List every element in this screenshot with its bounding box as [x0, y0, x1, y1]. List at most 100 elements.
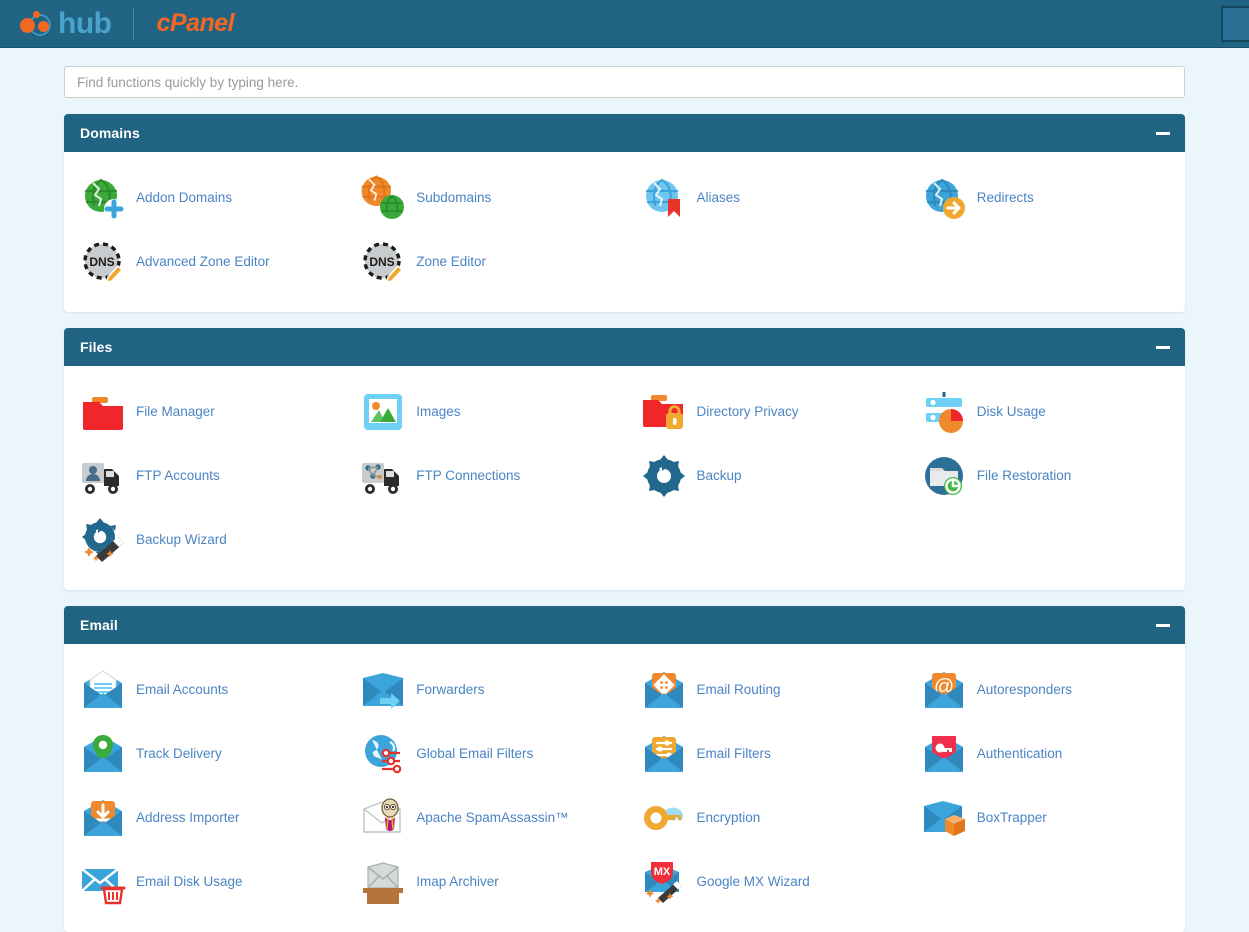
tile-imap-archiver[interactable]: Imap Archiver [344, 850, 624, 914]
tile-email-filters[interactable]: Email Filters [625, 722, 905, 786]
tile-zone-editor[interactable]: DNS Zone Editor [344, 230, 624, 294]
panel-header: Files [64, 328, 1185, 366]
tile-global-email-filters[interactable]: Global Email Filters [344, 722, 624, 786]
tile-label: Subdomains [416, 190, 491, 206]
tile-images[interactable]: Images [344, 380, 624, 444]
envelope-arrow-icon [360, 667, 406, 713]
header-right-box[interactable] [1221, 6, 1249, 42]
tile-label: Authentication [977, 746, 1063, 762]
panel-domains: Domains Addon Domains Subdomains Aliases… [64, 114, 1185, 312]
tile-encryption[interactable]: Encryption [625, 786, 905, 850]
tile-label: Email Accounts [136, 682, 228, 698]
search-bar [64, 66, 1185, 98]
tile-autoresponders[interactable]: @ Autoresponders [905, 658, 1185, 722]
sections-container: Domains Addon Domains Subdomains Aliases… [64, 114, 1185, 932]
hub-logo: hub [18, 7, 111, 41]
tile-label: Address Importer [136, 810, 240, 826]
tile-label: Email Routing [697, 682, 781, 698]
tile-address-importer[interactable]: Address Importer [64, 786, 344, 850]
envelope-at-icon: @ [921, 667, 967, 713]
tile-addon-domains[interactable]: Addon Domains [64, 166, 344, 230]
tile-backup[interactable]: Backup [625, 444, 905, 508]
tile-email-routing[interactable]: Email Routing [625, 658, 905, 722]
envelope-filter-icon [641, 731, 687, 777]
tile-advanced-zone-editor[interactable]: DNS Advanced Zone Editor [64, 230, 344, 294]
panel-email: Email Email Accounts Forwarders Email Ro… [64, 606, 1185, 932]
tile-directory-privacy[interactable]: Directory Privacy [625, 380, 905, 444]
ftp-user-truck-icon [80, 453, 126, 499]
brand-logo[interactable]: hub cPanel [18, 7, 234, 41]
mail-archive-icon [360, 859, 406, 905]
tile-label: File Manager [136, 404, 215, 420]
tile-subdomains[interactable]: Subdomains [344, 166, 624, 230]
globe-subdomain-icon [360, 175, 406, 221]
mx-wand-icon: MX [641, 859, 687, 905]
svg-text:MX: MX [653, 866, 670, 878]
panel-header: Email [64, 606, 1185, 644]
globe-plus-icon [80, 175, 126, 221]
tile-file-restoration[interactable]: File Restoration [905, 444, 1185, 508]
envelope-trash-icon [80, 859, 126, 905]
key-icon [641, 795, 687, 841]
tile-label: Directory Privacy [697, 404, 799, 420]
tile-track-delivery[interactable]: Track Delivery [64, 722, 344, 786]
envelope-import-icon [80, 795, 126, 841]
ftp-network-truck-icon [360, 453, 406, 499]
tile-label: Disk Usage [977, 404, 1046, 420]
tile-google-mx-wizard[interactable]: MX Google MX Wizard [625, 850, 905, 914]
tile-label: Email Filters [697, 746, 771, 762]
tile-label: Backup [697, 468, 742, 484]
disk-usage-icon [921, 389, 967, 435]
tile-disk-usage[interactable]: Disk Usage [905, 380, 1185, 444]
hub-wordmark: hub [58, 9, 111, 39]
collapse-minus-icon[interactable] [1155, 127, 1171, 140]
envelope-routing-icon [641, 667, 687, 713]
panel-title: Domains [80, 125, 140, 141]
tile-boxtrapper[interactable]: BoxTrapper [905, 786, 1185, 850]
tile-label: Zone Editor [416, 254, 486, 270]
tile-apache-spamassassin[interactable]: Apache SpamAssassin™ [344, 786, 624, 850]
tile-ftp-connections[interactable]: FTP Connections [344, 444, 624, 508]
tile-authentication[interactable]: Authentication [905, 722, 1185, 786]
envelope-key-icon [921, 731, 967, 777]
cpanel-wordmark: cPanel [156, 11, 234, 36]
tile-backup-wizard[interactable]: Backup Wizard [64, 508, 344, 572]
envelope-box-icon [921, 795, 967, 841]
tile-aliases[interactable]: Aliases [625, 166, 905, 230]
panel-body: File Manager Images Directory Privacy Di… [64, 366, 1185, 590]
spamassassin-icon [360, 795, 406, 841]
tile-email-disk-usage[interactable]: Email Disk Usage [64, 850, 344, 914]
tile-label: FTP Connections [416, 468, 520, 484]
tile-file-manager[interactable]: File Manager [64, 380, 344, 444]
collapse-minus-icon[interactable] [1155, 341, 1171, 354]
search-input[interactable] [64, 66, 1185, 98]
collapse-minus-icon[interactable] [1155, 619, 1171, 632]
svg-text:DNS: DNS [89, 255, 114, 269]
hub-mark-icon [18, 9, 60, 39]
panel-title: Files [80, 339, 112, 355]
tile-label: Images [416, 404, 460, 420]
tile-forwarders[interactable]: Forwarders [344, 658, 624, 722]
gear-backup-icon [641, 453, 687, 499]
svg-text:DNS: DNS [370, 255, 395, 269]
top-header-bar: hub cPanel [0, 0, 1249, 48]
tile-label: Aliases [697, 190, 741, 206]
tile-ftp-accounts[interactable]: FTP Accounts [64, 444, 344, 508]
envelope-pin-icon [80, 731, 126, 777]
tile-label: Addon Domains [136, 190, 232, 206]
tile-label: Email Disk Usage [136, 874, 243, 890]
dns-pencil-icon: DNS [360, 239, 406, 285]
globe-redirect-icon [921, 175, 967, 221]
panel-body: Addon Domains Subdomains Aliases Redirec… [64, 152, 1185, 312]
folder-icon [80, 389, 126, 435]
tile-label: Google MX Wizard [697, 874, 810, 890]
tile-label: Advanced Zone Editor [136, 254, 270, 270]
panel-files: Files File Manager Images Directory Priv… [64, 328, 1185, 590]
tile-email-accounts[interactable]: Email Accounts [64, 658, 344, 722]
tile-label: Track Delivery [136, 746, 222, 762]
tile-redirects[interactable]: Redirects [905, 166, 1185, 230]
tile-label: File Restoration [977, 468, 1072, 484]
tile-label: Global Email Filters [416, 746, 533, 762]
dns-pencil-icon: DNS [80, 239, 126, 285]
panel-header: Domains [64, 114, 1185, 152]
